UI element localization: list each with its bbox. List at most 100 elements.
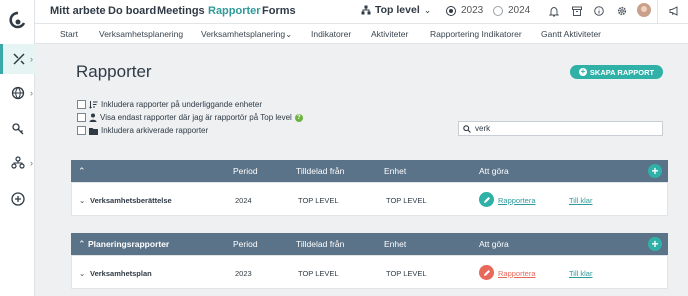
year-2023-label: 2023 — [461, 5, 484, 16]
help-icon[interactable]: ? — [294, 113, 303, 122]
key-icon — [11, 123, 23, 135]
column-unit: Enhet — [384, 166, 407, 176]
sort-list-icon — [89, 101, 98, 109]
nav-forms[interactable]: Forms — [262, 5, 296, 17]
report-group-header: ⌃ Period Tilldelad från Enhet Att göra + — [71, 160, 668, 182]
chevron-down-icon: ⌄ — [423, 4, 432, 15]
search-icon — [463, 124, 471, 133]
level-selector[interactable]: Top level ⌄ — [361, 4, 431, 16]
folder-icon — [89, 127, 98, 135]
sidebar-item-org[interactable]: › — [0, 148, 35, 178]
option-label: Visa endast rapporter där jag är rapport… — [100, 113, 292, 122]
chevron-right-icon: › — [30, 158, 33, 168]
info-icon[interactable] — [594, 6, 604, 16]
subnav-verksamhetsplanering[interactable]: Verksamhetsplanering — [99, 29, 183, 39]
checkbox[interactable] — [77, 100, 86, 109]
top-navigation: Mitt arbete Do board Meetings Rapporter … — [35, 0, 688, 24]
logo-icon[interactable] — [0, 5, 35, 35]
column-todo: Att göra — [479, 166, 509, 176]
checkbox[interactable] — [77, 113, 86, 122]
column-unit: Enhet — [384, 239, 407, 249]
sidebar-item-key[interactable] — [0, 114, 35, 144]
report-action-link[interactable]: Rapportera — [498, 196, 536, 205]
radio-selected-icon — [446, 5, 456, 16]
page-title: Rapporter — [76, 62, 152, 81]
sidebar: › › › — [0, 0, 35, 296]
mark-done-link[interactable]: Till klar — [569, 269, 592, 278]
chevron-right-icon: › — [30, 54, 33, 64]
expand-icon[interactable]: ⌄ — [79, 196, 85, 205]
chevron-right-icon: › — [30, 88, 33, 98]
archive-icon[interactable] — [572, 6, 582, 16]
sidebar-item-add[interactable] — [0, 184, 35, 214]
user-icon — [89, 113, 97, 122]
sidebar-item-tools[interactable]: › — [0, 44, 35, 74]
mark-done-link[interactable]: Till klar — [569, 196, 592, 205]
subnav-gantt-aktiviteter[interactable]: Gantt Aktiviteter — [541, 29, 601, 39]
column-period: Period — [233, 166, 258, 176]
divider — [657, 0, 658, 24]
option-archived[interactable]: Inkludera arkiverade rapporter — [77, 126, 208, 135]
column-todo: Att göra — [479, 239, 509, 249]
sub-navigation: Start Verksamhetsplanering Verksamhetspl… — [35, 24, 688, 44]
report-unit: TOP LEVEL — [386, 196, 427, 205]
table-row[interactable]: ⌄ Verksamhetsberättelse 2024 TOP LEVEL T… — [71, 182, 668, 216]
tools-icon — [13, 53, 25, 65]
hierarchy-icon — [361, 5, 371, 15]
search-input[interactable]: verk — [458, 121, 663, 136]
create-report-button[interactable]: + SKAPA RAPPORT — [570, 65, 663, 79]
megaphone-icon[interactable] — [669, 6, 680, 16]
report-group-header: ⌃ Planeringsrapporter Period Tilldelad f… — [71, 233, 668, 255]
pencil-icon[interactable] — [479, 192, 494, 207]
add-circle-icon: + — [578, 67, 587, 76]
sidebar-item-globe[interactable]: › — [0, 78, 35, 108]
report-name: Verksamhetsplan — [90, 269, 152, 278]
add-report-button[interactable]: + — [648, 164, 662, 178]
subnav-verksamhetsplanering-dropdown[interactable]: Verksamhetsplanering⌄ — [201, 29, 292, 40]
report-unit: TOP LEVEL — [386, 269, 427, 278]
subnav-start[interactable]: Start — [60, 29, 78, 39]
avatar[interactable] — [637, 3, 651, 17]
report-period: 2024 — [235, 196, 252, 205]
checkbox[interactable] — [77, 126, 86, 135]
report-assigned-from: TOP LEVEL — [298, 269, 339, 278]
globe-icon — [11, 86, 24, 100]
expand-icon[interactable]: ⌄ — [79, 269, 85, 278]
org-icon — [10, 156, 25, 169]
year-2024-option[interactable]: 2024 — [493, 5, 530, 16]
option-underlying-units[interactable]: Inkludera rapporter på underliggande enh… — [77, 100, 262, 109]
report-period: 2023 — [235, 269, 252, 278]
report-assigned-from: TOP LEVEL — [298, 196, 339, 205]
nav-meetings[interactable]: Meetings — [157, 5, 205, 17]
subnav-rapportering-indikatorer[interactable]: Rapportering Indikatorer — [430, 29, 522, 39]
group-title: Planeringsrapporter — [88, 239, 170, 249]
radio-unselected-icon — [493, 5, 503, 16]
year-2023-option[interactable]: 2023 — [446, 5, 483, 16]
pencil-icon[interactable] — [479, 265, 494, 280]
nav-mitt-arbete[interactable]: Mitt arbete — [50, 5, 106, 17]
chevron-down-icon: ⌄ — [285, 29, 293, 39]
report-name: Verksamhetsberättelse — [90, 196, 172, 205]
subnav-aktiviteter[interactable]: Aktiviteter — [371, 29, 408, 39]
search-value: verk — [475, 124, 491, 133]
add-report-button[interactable]: + — [648, 237, 662, 251]
report-action-link[interactable]: Rapportera — [498, 269, 536, 278]
collapse-icon[interactable]: ⌃ — [78, 166, 86, 177]
nav-do-board[interactable]: Do board — [108, 5, 156, 17]
nav-rapporter[interactable]: Rapporter — [208, 5, 261, 17]
level-label: Top level — [375, 4, 420, 16]
option-only-reporter[interactable]: Visa endast rapporter där jag är rapport… — [77, 113, 303, 122]
collapse-icon[interactable]: ⌃ — [78, 239, 86, 250]
subnav-indikatorer[interactable]: Indikatorer — [311, 29, 351, 39]
create-report-label: SKAPA RAPPORT — [589, 67, 655, 77]
gear-icon[interactable] — [617, 6, 627, 16]
year-2024-label: 2024 — [508, 5, 531, 16]
option-label: Inkludera rapporter på underliggande enh… — [101, 100, 263, 109]
column-period: Period — [233, 239, 258, 249]
bell-icon[interactable] — [549, 6, 559, 17]
add-icon — [10, 192, 25, 206]
table-row[interactable]: ⌄ Verksamhetsplan 2023 TOP LEVEL TOP LEV… — [71, 255, 668, 289]
subnav-label: Verksamhetsplanering — [201, 29, 286, 39]
option-label: Inkludera arkiverade rapporter — [101, 126, 209, 135]
column-assigned-from: Tilldelad från — [296, 239, 345, 249]
